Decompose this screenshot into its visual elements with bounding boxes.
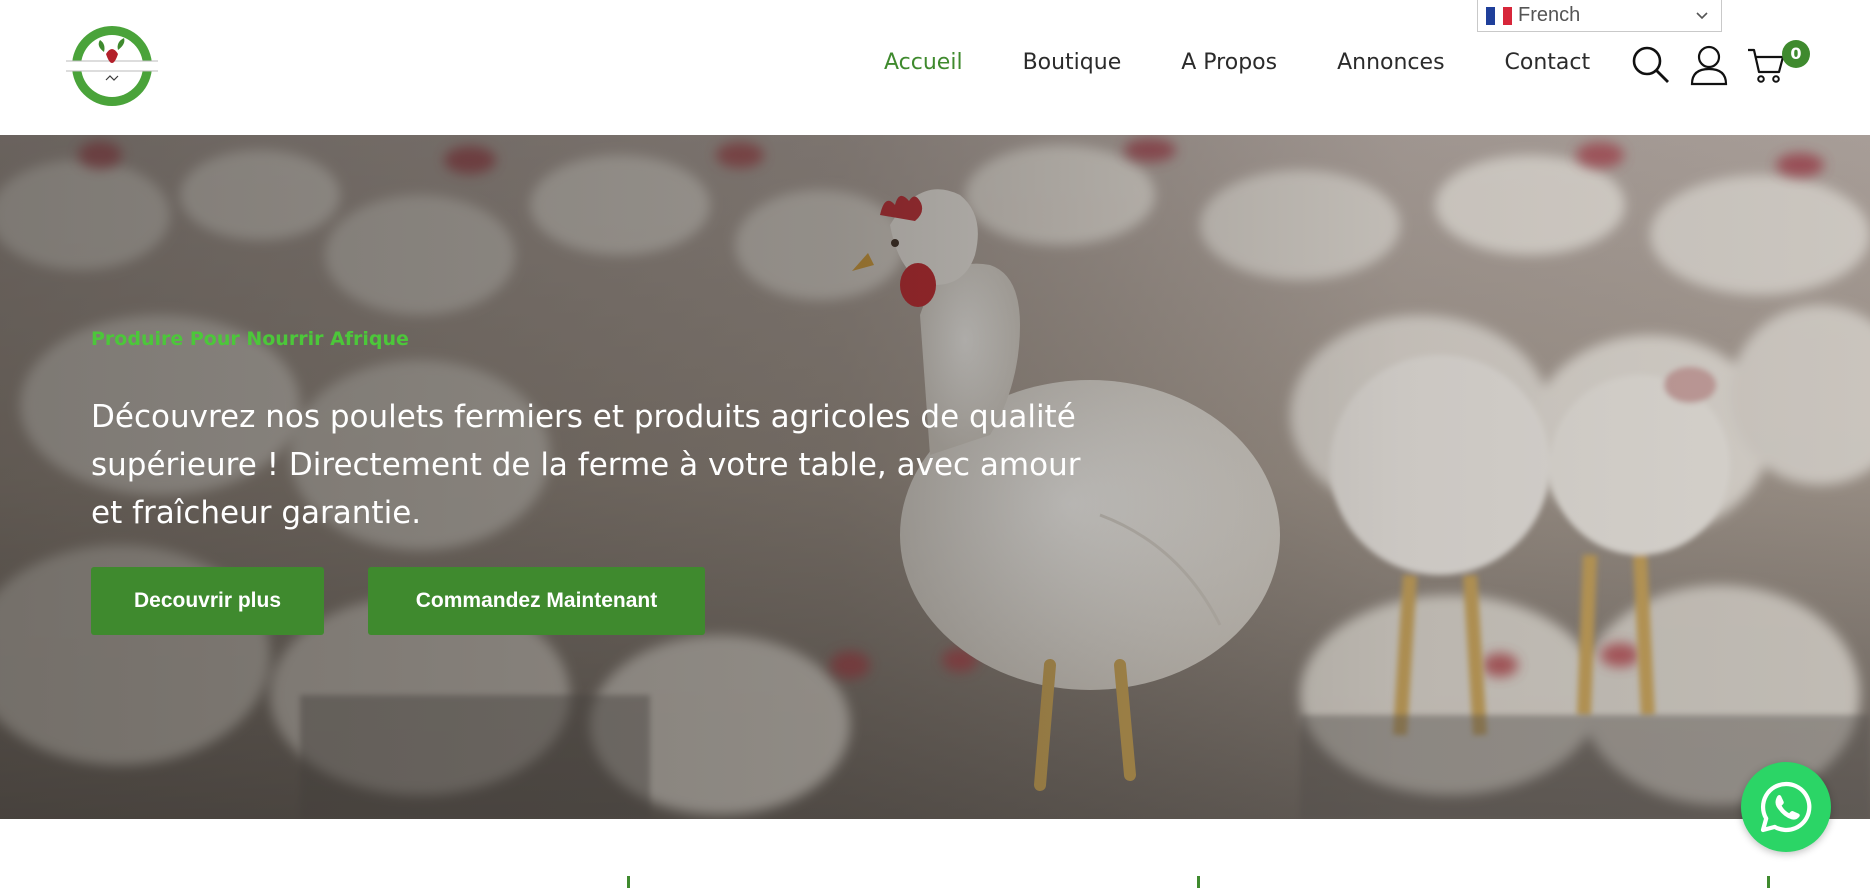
nav-item-accueil[interactable]: Accueil bbox=[884, 50, 963, 75]
search-icon[interactable] bbox=[1630, 44, 1672, 86]
site-logo[interactable] bbox=[62, 24, 162, 108]
language-select[interactable]: French bbox=[1477, 0, 1722, 32]
language-selected-label: French bbox=[1518, 4, 1581, 26]
whatsapp-icon bbox=[1760, 781, 1812, 833]
hero-section: Produire Pour Nourrir Afrique Découvrez … bbox=[0, 135, 1870, 819]
section-divider bbox=[1767, 876, 1770, 888]
chevron-down-icon bbox=[1695, 6, 1709, 30]
nav-item-a-propos[interactable]: A Propos bbox=[1181, 50, 1277, 75]
nav-item-annonces[interactable]: Annonces bbox=[1337, 50, 1444, 75]
nav-item-boutique[interactable]: Boutique bbox=[1023, 50, 1122, 75]
whatsapp-button[interactable] bbox=[1741, 762, 1831, 852]
main-nav: Accueil Boutique A Propos Annonces Conta… bbox=[884, 50, 1650, 75]
hero-tagline: Produire Pour Nourrir Afrique bbox=[91, 328, 409, 350]
hero-description: Découvrez nos poulets fermiers et produi… bbox=[91, 399, 1081, 531]
cart-icon[interactable] bbox=[1745, 44, 1787, 86]
site-header: French Accueil Boutique A Propos Annonce… bbox=[0, 0, 1870, 135]
nav-item-contact[interactable]: Contact bbox=[1505, 50, 1591, 75]
below-hero-section bbox=[0, 819, 1870, 888]
section-divider bbox=[627, 876, 630, 888]
user-icon[interactable] bbox=[1688, 44, 1730, 86]
france-flag-icon bbox=[1486, 6, 1513, 25]
discover-more-button[interactable]: Decouvrir plus bbox=[91, 567, 324, 635]
cart-count-badge: 0 bbox=[1782, 40, 1810, 68]
section-divider bbox=[1197, 876, 1200, 888]
order-now-button[interactable]: Commandez Maintenant bbox=[368, 567, 705, 635]
